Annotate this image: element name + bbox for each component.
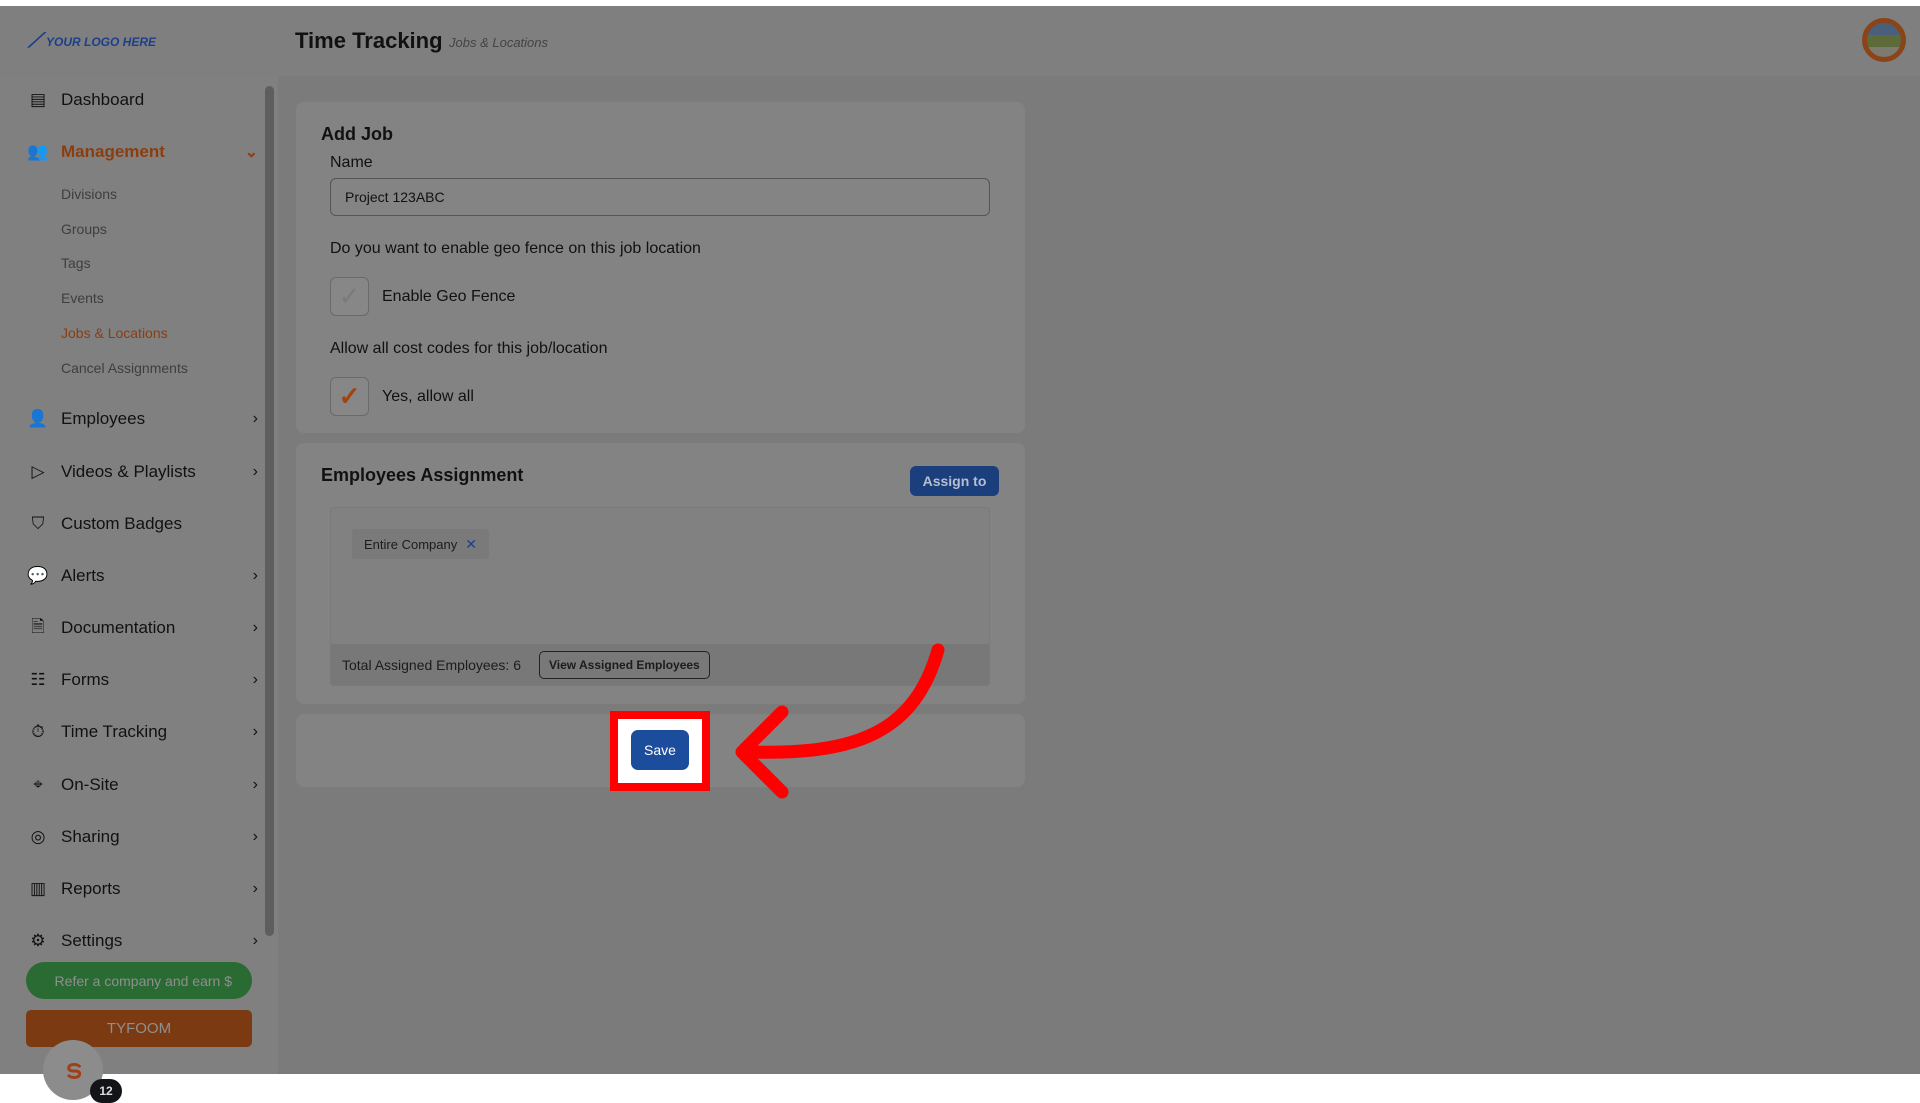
cost-codes-question: Allow all cost codes for this job/locati…	[330, 340, 608, 357]
employees-assignment-card: Employees Assignment Assign to Entire Co…	[296, 443, 1025, 704]
logo-text: YOUR LOGO HERE	[46, 34, 157, 49]
sidebar-item-alerts[interactable]: 💬 Alerts ›	[26, 561, 258, 591]
label: Custom Badges	[61, 514, 182, 533]
logo-bolt-icon: ⟋	[28, 30, 42, 52]
badge-icon: ⛉	[31, 514, 45, 533]
label: Settings	[61, 931, 123, 950]
chip-label: Entire Company	[364, 536, 458, 552]
sidebar-item-employees[interactable]: 👤 Employees ›	[26, 404, 258, 434]
name-label: Name	[330, 154, 373, 171]
remove-chip-icon[interactable]: ✕	[465, 536, 477, 553]
label: Time Tracking	[61, 722, 168, 741]
assignment-chip: Entire Company ✕	[352, 529, 489, 559]
sidebar: ▤ Dashboard 👥 Management ⌄ Divisions Groups…	[0, 76, 278, 1103]
assignment-title: Employees Assignment	[321, 465, 524, 485]
sidebar-item-on-site[interactable]: ⌖ On-Site ›	[26, 770, 258, 800]
stopwatch-icon: ⏱	[31, 722, 45, 741]
sidebar-item-videos[interactable]: ▷ Videos & Playlists ›	[26, 457, 258, 487]
sidebar-subitem-events[interactable]: Events	[61, 290, 104, 306]
sidebar-subitem-cancel-assignments[interactable]: Cancel Assignments	[61, 360, 188, 376]
sidebar-item-sharing[interactable]: ◎ Sharing ›	[26, 822, 258, 852]
label: Alerts	[61, 566, 105, 585]
label: Documentation	[61, 618, 176, 637]
add-job-card: Add Job Name Project 123ABC Do you want …	[296, 102, 1025, 433]
chevron-down-icon: ⌄	[244, 144, 258, 161]
chevron-right-icon: ›	[252, 828, 258, 845]
chevron-right-icon: ›	[252, 410, 258, 427]
sidebar-subitem-tags[interactable]: Tags	[61, 255, 91, 271]
logo[interactable]: ⟋ YOUR LOGO HERE	[28, 30, 156, 53]
label: Employees	[61, 409, 146, 428]
sidebar-subitem-divisions[interactable]: Divisions	[61, 186, 117, 202]
label: Videos & Playlists	[61, 462, 196, 481]
video-icon: ▷	[31, 462, 45, 481]
name-input[interactable]: Project 123ABC	[330, 178, 990, 216]
label: Reports	[61, 879, 121, 898]
label: On-Site	[61, 775, 119, 794]
share-user-icon: ◎	[30, 827, 46, 846]
geo-fence-checkbox[interactable]: ✓	[330, 277, 369, 316]
sidebar-subitem-groups[interactable]: Groups	[61, 221, 107, 237]
app: ⟋ YOUR LOGO HERE Time Tracking Jobs & Loc…	[0, 6, 1920, 1103]
chevron-right-icon: ›	[252, 880, 258, 897]
chevron-right-icon: ›	[252, 463, 258, 480]
dashboard-icon: ▤	[29, 90, 47, 109]
save-button[interactable]: Save	[631, 730, 689, 770]
tyfoom-button[interactable]: TYFOOM	[26, 1010, 252, 1047]
sidebar-item-settings[interactable]: ⚙ Settings ›	[26, 926, 258, 956]
tyfoom-swirl-icon: ട	[65, 1054, 81, 1084]
chevron-right-icon: ›	[252, 932, 258, 949]
notification-badge: 12	[90, 1079, 122, 1103]
geo-fence-question: Do you want to enable geo fence on this …	[330, 240, 701, 257]
assign-to-button[interactable]: Assign to	[910, 466, 999, 496]
chevron-right-icon: ›	[252, 776, 258, 793]
header: ⟋ YOUR LOGO HERE Time Tracking Jobs & Loc…	[0, 6, 1920, 76]
page-title: Time Tracking	[295, 28, 443, 53]
geo-fence-label: Enable Geo Fence	[382, 288, 516, 305]
assignment-box: Entire Company ✕ Total Assigned Employees…	[330, 507, 990, 686]
avatar[interactable]	[1862, 18, 1906, 62]
allow-all-checkbox[interactable]: ✓	[330, 377, 369, 416]
sidebar-item-custom-badges[interactable]: ⛉ Custom Badges	[26, 509, 258, 539]
document-check-icon: 🗎	[31, 616, 45, 636]
gear-icon: ⚙	[30, 931, 46, 950]
form-list-icon: ☷	[30, 670, 46, 689]
chat-bubble-icon: 💬	[27, 566, 49, 585]
sidebar-item-dashboard[interactable]: ▤ Dashboard	[26, 85, 258, 115]
sidebar-scrollbar[interactable]	[265, 86, 274, 936]
sidebar-subitem-jobs-locations[interactable]: Jobs & Locations	[61, 325, 168, 341]
add-job-title: Add Job	[321, 124, 393, 144]
label: Forms	[61, 670, 110, 689]
chevron-right-icon: ›	[252, 723, 258, 740]
label: Dashboard	[61, 90, 145, 109]
sidebar-item-forms[interactable]: ☷ Forms ›	[26, 665, 258, 695]
user-icon: 👤	[27, 409, 49, 428]
chevron-right-icon: ›	[252, 567, 258, 584]
chevron-right-icon: ›	[252, 619, 258, 636]
sidebar-item-time-tracking[interactable]: ⏱ Time Tracking ›	[26, 717, 258, 747]
bar-chart-icon: ▥	[29, 879, 47, 898]
check-icon: ✓	[338, 281, 361, 311]
allow-all-label: Yes, allow all	[382, 388, 474, 405]
breadcrumb: Jobs & Locations	[449, 35, 549, 50]
view-assigned-employees-button[interactable]: View Assigned Employees	[539, 650, 710, 679]
label: Sharing	[61, 827, 120, 846]
sidebar-item-documentation[interactable]: 🗎 Documentation ›	[26, 613, 258, 643]
check-icon: ✓	[338, 381, 361, 411]
label: Management	[61, 142, 165, 161]
sidebar-item-reports[interactable]: ▥ Reports ›	[26, 874, 258, 904]
chevron-right-icon: ›	[252, 671, 258, 688]
refer-button[interactable]: Refer a company and earn $	[26, 962, 252, 999]
map-pin-icon: ⌖	[33, 775, 43, 794]
users-icon: 👥	[27, 142, 49, 161]
sidebar-item-management[interactable]: 👥 Management ⌄	[26, 137, 258, 167]
total-assigned-text: Total Assigned Employees: 6	[342, 656, 521, 673]
assignment-footer: Total Assigned Employees: 6 View Assigned…	[331, 644, 989, 685]
